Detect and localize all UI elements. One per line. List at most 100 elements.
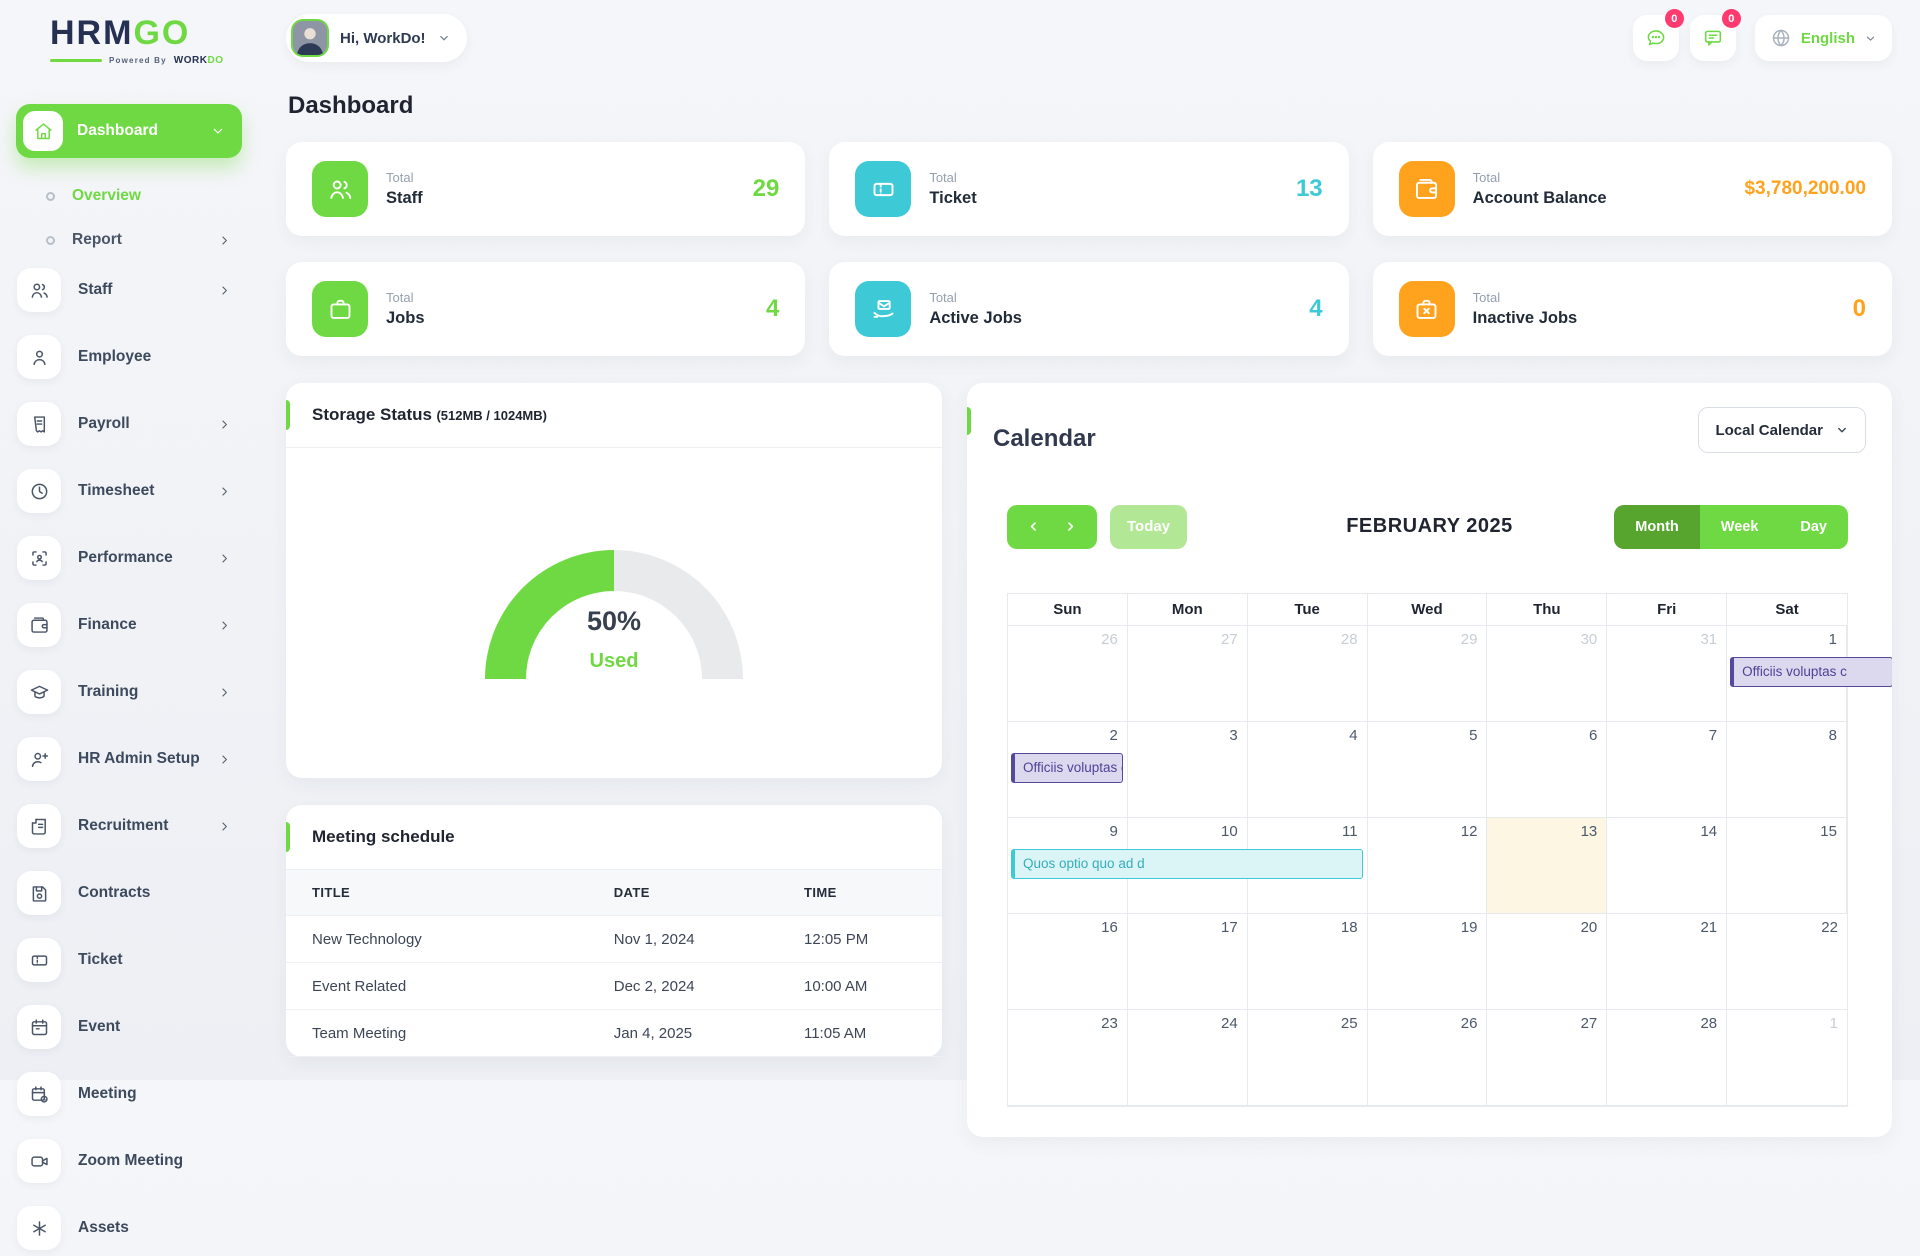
sidebar-item-zoom-meeting[interactable]: Zoom Meeting: [0, 1133, 258, 1189]
day-header-wed: Wed: [1368, 594, 1488, 626]
calendar-day-cell-20[interactable]: 20: [1487, 914, 1607, 1010]
calendar-day-cell-17[interactable]: 17: [1128, 914, 1248, 1010]
sidebar-item-label: Payroll: [78, 415, 200, 433]
calendar-day-cell-25[interactable]: 25: [1248, 1010, 1368, 1106]
sidebar-item-report[interactable]: Report: [0, 218, 258, 262]
calendar-day-cell-5[interactable]: 5: [1368, 722, 1488, 818]
day-header-mon: Mon: [1128, 594, 1248, 626]
graduation-icon: [29, 682, 50, 703]
sidebar-nav: Dashboard Overview Report Staff Employee…: [0, 104, 258, 1256]
meeting-row: Team MeetingJan 4, 202511:05 AM: [286, 1010, 942, 1057]
day-header-thu: Thu: [1487, 594, 1607, 626]
users-icon: [29, 280, 50, 301]
sidebar-item-overview[interactable]: Overview: [0, 174, 258, 218]
calendar-day-cell-27-muted[interactable]: 27: [1128, 626, 1248, 722]
calendar-today-button[interactable]: Today: [1110, 505, 1187, 549]
calendar-day-cell-12[interactable]: 12: [1368, 818, 1488, 914]
calendar-day-cell-22[interactable]: 22: [1727, 914, 1847, 1010]
stat-card-inactive-jobs: Total Inactive Jobs 0: [1373, 262, 1892, 356]
sidebar-item-ticket[interactable]: Ticket: [0, 932, 258, 988]
stat-card-text: Total Active Jobs: [929, 290, 1291, 328]
notifications-button[interactable]: 0: [1690, 15, 1736, 61]
sidebar-item-training[interactable]: Training: [0, 664, 258, 720]
calendar-day-cell-4[interactable]: 4: [1248, 722, 1368, 818]
video-icon-box: [17, 1139, 61, 1183]
sidebar-item-meeting[interactable]: Meeting: [0, 1066, 258, 1122]
calendar-day-cell-23[interactable]: 23: [1008, 1010, 1128, 1106]
brand-name: HRMGO: [50, 16, 258, 50]
calendar-event[interactable]: Officiis voluptas c: [1011, 753, 1123, 783]
calendar-day-cell-6[interactable]: 6: [1487, 722, 1607, 818]
calendar-day-cell-28-muted[interactable]: 28: [1248, 626, 1368, 722]
calendar-view-day[interactable]: Day: [1779, 505, 1848, 549]
sidebar-item-label: Report: [72, 231, 200, 249]
calendar-week-row: 9101112131415Quos optio quo ad d: [1008, 818, 1847, 914]
calendar-day-cell-8[interactable]: 8: [1727, 722, 1847, 818]
sidebar-item-timesheet[interactable]: Timesheet: [0, 463, 258, 519]
calendar-icon: [29, 1017, 50, 1038]
sidebar-item-contracts[interactable]: Contracts: [0, 865, 258, 921]
clock-icon-box: [17, 469, 61, 513]
sidebar-item-assets[interactable]: Assets: [0, 1200, 258, 1256]
calendar-day-cell-1-muted[interactable]: 1: [1727, 1010, 1847, 1106]
sidebar-item-recruitment[interactable]: Recruitment: [0, 798, 258, 854]
calendar-event[interactable]: Officiis voluptas c: [1730, 657, 1892, 687]
sidebar-item-employee[interactable]: Employee: [0, 329, 258, 385]
calendar-day-cell-27[interactable]: 27: [1487, 1010, 1607, 1106]
sidebar-item-hr-admin-setup[interactable]: HR Admin Setup: [0, 731, 258, 787]
calendar-day-cell-30-muted[interactable]: 30: [1487, 626, 1607, 722]
calendar-toolbar: Today FEBRUARY 2025 MonthWeekDay: [967, 479, 1892, 549]
sidebar-item-event[interactable]: Event: [0, 999, 258, 1055]
sidebar-item-label: Assets: [78, 1219, 232, 1237]
sidebar-item-label: Finance: [78, 616, 200, 634]
sidebar-item-finance[interactable]: Finance: [0, 597, 258, 653]
stat-card-value: 4: [766, 295, 779, 323]
calendar-week-row: 2345678Officiis voluptas c: [1008, 722, 1847, 818]
calendar-day-cell-3[interactable]: 3: [1128, 722, 1248, 818]
chev-right-icon: [217, 618, 232, 633]
calendar-day-cell-31-muted[interactable]: 31: [1607, 626, 1727, 722]
calendar-day-cell-19[interactable]: 19: [1368, 914, 1488, 1010]
calendar-day-cell-13[interactable]: 13: [1487, 818, 1607, 914]
calendar-event[interactable]: Quos optio quo ad d: [1011, 849, 1363, 879]
calendar-clock-icon-box: [17, 1072, 61, 1116]
language-selector[interactable]: English: [1755, 15, 1892, 61]
calendar-week-row: 16171819202122: [1008, 914, 1847, 1010]
sidebar-item-label: Dashboard: [77, 122, 196, 140]
chev-right-icon: [217, 283, 232, 298]
calendar-prev-button[interactable]: [1015, 505, 1052, 549]
calendar-day-cell-14[interactable]: 14: [1607, 818, 1727, 914]
gauge-used-label: Used: [485, 650, 743, 673]
calendar-type-select[interactable]: Local Calendar: [1698, 407, 1866, 453]
calendar-day-cell-29-muted[interactable]: 29: [1368, 626, 1488, 722]
user-menu[interactable]: Hi, WorkDo!: [286, 14, 467, 62]
calendar-day-cell-28[interactable]: 28: [1607, 1010, 1727, 1106]
calendar-day-cell-7[interactable]: 7: [1607, 722, 1727, 818]
sidebar-item-performance[interactable]: Performance: [0, 530, 258, 586]
users-icon-box: [17, 268, 61, 312]
calendar-day-cell-15[interactable]: 15: [1727, 818, 1847, 914]
user-icon: [29, 347, 50, 368]
calendar-day-cell-16[interactable]: 16: [1008, 914, 1128, 1010]
calendar-day-cell-18[interactable]: 18: [1248, 914, 1368, 1010]
calendar-day-cell-26-muted[interactable]: 26: [1008, 626, 1128, 722]
brand-logo[interactable]: HRMGO Powered By WORKDO: [0, 16, 258, 66]
calendar-next-button[interactable]: [1052, 505, 1089, 549]
chev-right-icon: [217, 484, 232, 499]
chevron-right-icon: [1063, 519, 1078, 534]
calendar-view-week[interactable]: Week: [1700, 505, 1780, 549]
calendar-day-cell-26[interactable]: 26: [1368, 1010, 1488, 1106]
sidebar-item-staff[interactable]: Staff: [0, 262, 258, 318]
greeting-text: Hi, WorkDo!: [340, 30, 426, 47]
sidebar-item-label: Training: [78, 683, 200, 701]
chevron-left-icon: [1026, 519, 1041, 534]
sidebar-item-payroll[interactable]: Payroll: [0, 396, 258, 452]
meeting-cell: 11:05 AM: [778, 1010, 942, 1057]
chev-right-icon: [217, 819, 232, 834]
calendar-day-cell-21[interactable]: 21: [1607, 914, 1727, 1010]
main-content: Hi, WorkDo! 0 0: [258, 0, 1920, 1080]
calendar-day-cell-24[interactable]: 24: [1128, 1010, 1248, 1106]
sidebar-item-dashboard[interactable]: Dashboard: [16, 104, 242, 158]
calendar-view-month[interactable]: Month: [1614, 505, 1699, 549]
messages-button[interactable]: 0: [1633, 15, 1679, 61]
